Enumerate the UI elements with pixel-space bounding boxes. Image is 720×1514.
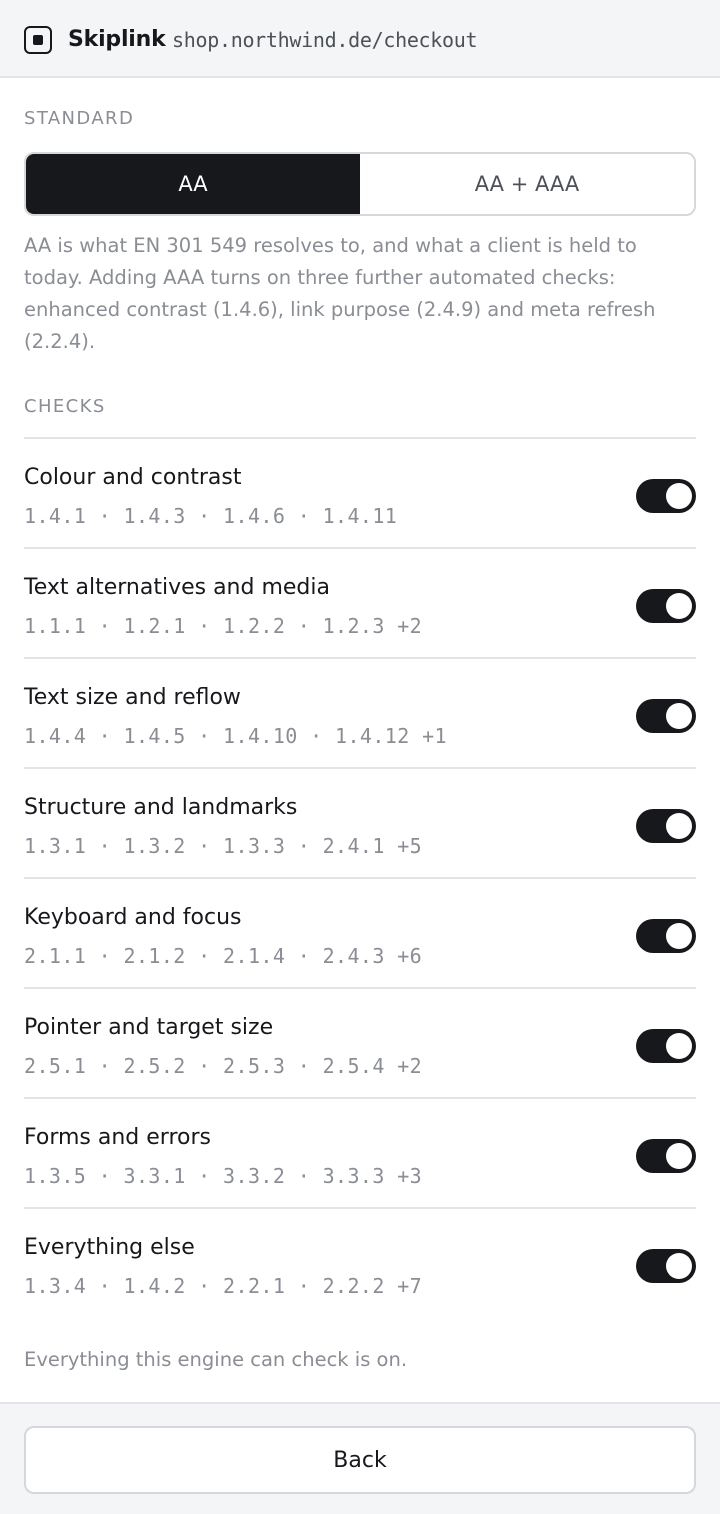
standard-option-aa[interactable]: AA	[26, 154, 360, 214]
checks-list: Colour and contrast 1.4.1 · 1.4.3 · 1.4.…	[24, 437, 696, 1319]
check-row-structure-landmarks: Structure and landmarks 1.3.1 · 1.3.2 · …	[24, 769, 696, 879]
check-row-forms-errors: Forms and errors 1.3.5 · 3.3.1 · 3.3.2 ·…	[24, 1099, 696, 1209]
check-criteria: 2.5.1 · 2.5.2 · 2.5.3 · 2.5.4 +2	[24, 1054, 423, 1078]
back-button[interactable]: Back	[24, 1426, 696, 1494]
checks-footnote: Everything this engine can check is on.	[24, 1348, 408, 1371]
logo-inner-square	[33, 35, 43, 45]
check-criteria: 1.4.4 · 1.4.5 · 1.4.10 · 1.4.12 +1	[24, 724, 447, 748]
app-name: Skiplink	[68, 27, 166, 52]
check-title: Structure and landmarks	[24, 795, 298, 820]
check-toggle-keyboard-focus[interactable]	[636, 919, 696, 953]
check-title: Text alternatives and media	[24, 575, 330, 600]
check-toggle-structure-landmarks[interactable]	[636, 809, 696, 843]
check-criteria: 1.3.5 · 3.3.1 · 3.3.2 · 3.3.3 +3	[24, 1164, 423, 1188]
page-url: shop.northwind.de/checkout	[172, 28, 478, 52]
toggle-knob	[666, 1033, 692, 1059]
toggle-knob	[666, 1253, 692, 1279]
check-toggle-text-size-reflow[interactable]	[636, 699, 696, 733]
check-row-colour-contrast: Colour and contrast 1.4.1 · 1.4.3 · 1.4.…	[24, 439, 696, 549]
check-title: Text size and reflow	[24, 685, 241, 710]
standard-segmented-control: AA AA + AAA	[24, 152, 696, 216]
check-title: Forms and errors	[24, 1125, 211, 1150]
standard-section-label: STANDARD	[24, 108, 135, 129]
check-row-pointer-target: Pointer and target size 2.5.1 · 2.5.2 · …	[24, 989, 696, 1099]
standard-description: AA is what EN 301 549 resolves to, and w…	[24, 234, 656, 353]
check-toggle-forms-errors[interactable]	[636, 1139, 696, 1173]
standard-option-aa-aaa[interactable]: AA + AAA	[360, 154, 694, 214]
check-row-everything-else: Everything else 1.3.4 · 1.4.2 · 2.2.1 · …	[24, 1209, 696, 1319]
check-title: Keyboard and focus	[24, 905, 242, 930]
check-criteria: 1.3.1 · 1.3.2 · 1.3.3 · 2.4.1 +5	[24, 834, 423, 858]
toggle-knob	[666, 813, 692, 839]
check-title: Colour and contrast	[24, 465, 242, 490]
bottom-bar: Back	[0, 1402, 720, 1514]
toggle-knob	[666, 923, 692, 949]
check-criteria: 1.1.1 · 1.2.1 · 1.2.2 · 1.2.3 +2	[24, 614, 423, 638]
square-logo-icon	[24, 26, 52, 54]
check-row-text-alternatives: Text alternatives and media 1.1.1 · 1.2.…	[24, 549, 696, 659]
check-row-text-size-reflow: Text size and reflow 1.4.4 · 1.4.5 · 1.4…	[24, 659, 696, 769]
toggle-knob	[666, 1143, 692, 1169]
check-toggle-colour-contrast[interactable]	[636, 479, 696, 513]
check-toggle-text-alternatives[interactable]	[636, 589, 696, 623]
toggle-knob	[666, 483, 692, 509]
toggle-knob	[666, 703, 692, 729]
check-row-keyboard-focus: Keyboard and focus 2.1.1 · 2.1.2 · 2.1.4…	[24, 879, 696, 989]
check-criteria: 1.3.4 · 1.4.2 · 2.2.1 · 2.2.2 +7	[24, 1274, 423, 1298]
checks-section-label: CHECKS	[24, 396, 106, 417]
check-title: Pointer and target size	[24, 1015, 274, 1040]
top-bar: Skiplink shop.northwind.de/checkout	[0, 0, 720, 78]
check-criteria: 1.4.1 · 1.4.3 · 1.4.6 · 1.4.11	[24, 504, 398, 528]
check-toggle-everything-else[interactable]	[636, 1249, 696, 1283]
check-criteria: 2.1.1 · 2.1.2 · 2.1.4 · 2.4.3 +6	[24, 944, 423, 968]
check-title: Everything else	[24, 1235, 195, 1260]
toggle-knob	[666, 593, 692, 619]
check-toggle-pointer-target[interactable]	[636, 1029, 696, 1063]
